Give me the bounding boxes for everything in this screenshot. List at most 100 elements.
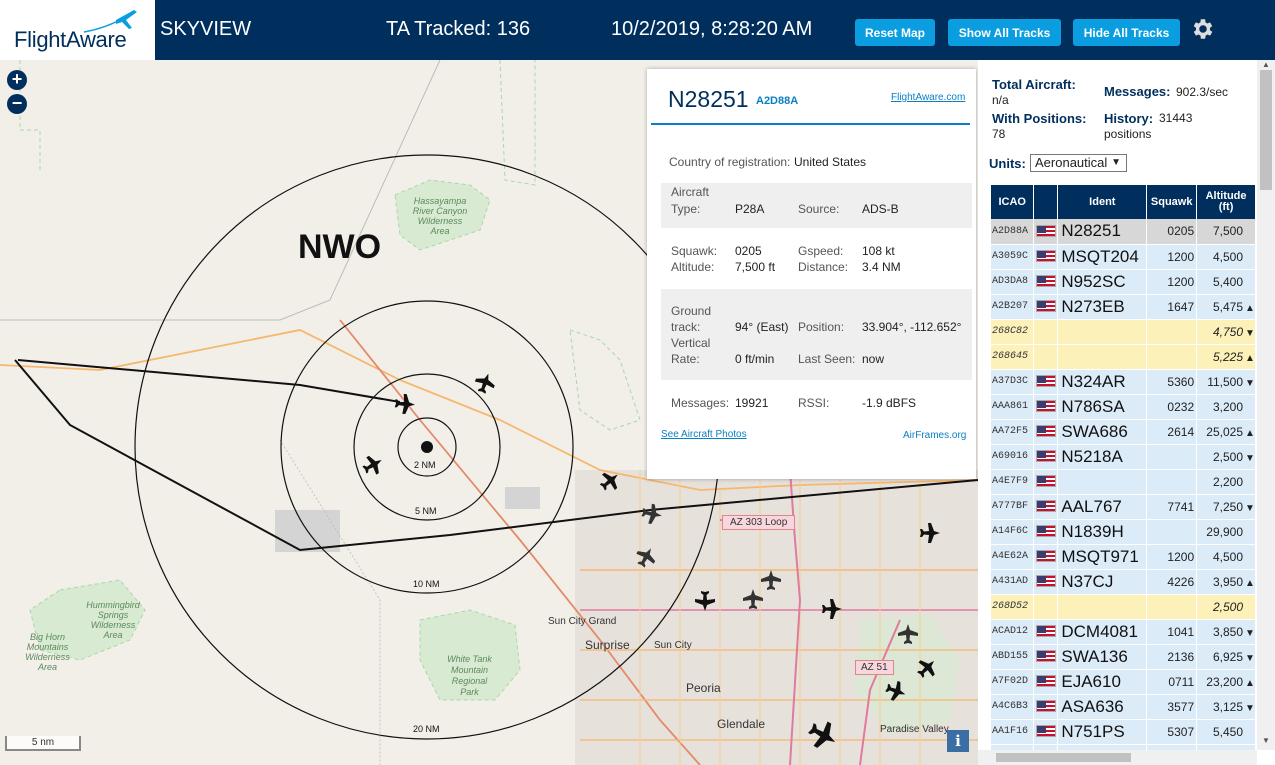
squawk-cell: 0711 bbox=[1146, 669, 1198, 695]
aircraft-icon[interactable] bbox=[883, 678, 909, 704]
icao-cell: A777BF bbox=[991, 494, 1035, 520]
icao-cell: AD3DA8 bbox=[991, 269, 1035, 295]
aircraft-icon[interactable] bbox=[822, 599, 842, 619]
table-row[interactable]: ACAD12 DCM4081 1041 3,850 ▼ bbox=[991, 619, 1256, 645]
table-row[interactable]: A14F6C N1839H 29,900 bbox=[991, 519, 1256, 545]
flag-cell bbox=[1033, 569, 1059, 595]
column-header-squawk[interactable]: Squawk bbox=[1146, 185, 1198, 219]
table-row[interactable]: AA72F5 SWA686 2614 25,025 ▲ bbox=[991, 419, 1256, 445]
vertical-rate-label-2: Rate: bbox=[671, 352, 700, 366]
aircraft-icon[interactable] bbox=[912, 653, 942, 683]
aircraft-icon[interactable] bbox=[803, 715, 843, 755]
flightaware-logo[interactable]: FlightAware bbox=[0, 0, 155, 60]
altitude-cell: 23,200 ▲ bbox=[1196, 669, 1256, 695]
aircraft-icon[interactable] bbox=[761, 570, 781, 590]
us-flag-icon bbox=[1036, 700, 1057, 713]
messages-rate-value: 902.3/sec bbox=[1176, 85, 1229, 99]
icao-cell: A37D3C bbox=[991, 369, 1035, 395]
table-row[interactable]: A37D3C N324AR 5360 11,500 ▼ bbox=[991, 369, 1256, 395]
table-row[interactable]: A4C6B3 ASA636 3577 3,125 ▼ bbox=[991, 694, 1256, 720]
airframes-link[interactable]: AirFrames.org bbox=[903, 430, 966, 441]
table-row[interactable]: A2D88A N28251 0205 7,500 bbox=[991, 219, 1256, 245]
table-row[interactable]: A69016 N5218A 2,500 ▼ bbox=[991, 444, 1256, 470]
distance-value: 3.4 NM bbox=[862, 260, 901, 274]
ident-cell: ASA636 bbox=[1057, 694, 1148, 720]
us-flag-icon bbox=[1036, 625, 1057, 638]
source-value: ADS-B bbox=[862, 202, 899, 216]
squawk-cell bbox=[1146, 319, 1198, 345]
table-row[interactable]: 268645 5,225 ▲ bbox=[991, 344, 1256, 370]
hide-all-tracks-button[interactable]: Hide All Tracks bbox=[1073, 19, 1180, 46]
column-header-icao[interactable]: ICAO bbox=[991, 185, 1035, 219]
table-row[interactable]: A2B207 N273EB 1647 5,475 ▲ bbox=[991, 294, 1256, 320]
altitude-value: 5,225 bbox=[1212, 349, 1243, 364]
ident-cell: SWA686 bbox=[1057, 419, 1148, 445]
aircraft-icon[interactable] bbox=[595, 466, 625, 496]
aircraft-icon[interactable] bbox=[359, 451, 387, 479]
aircraft-icon[interactable] bbox=[640, 502, 664, 526]
table-row[interactable]: AA1F16 N751PS 5307 5,450 bbox=[991, 719, 1256, 745]
flag-cell bbox=[1033, 269, 1059, 295]
total-aircraft-value: n/a bbox=[992, 93, 1009, 107]
aircraft-icon[interactable] bbox=[743, 589, 763, 609]
ground-track-value: 94° (East) bbox=[735, 320, 789, 334]
altitude-cell: 3,850 ▼ bbox=[1196, 619, 1256, 645]
table-row[interactable]: 268C82 4,750 ▼ bbox=[991, 319, 1256, 345]
icao-cell: A4C6B3 bbox=[991, 694, 1035, 720]
altitude-cell: 29,900 bbox=[1196, 519, 1256, 545]
aircraft-photos-link[interactable]: See Aircraft Photos bbox=[661, 429, 747, 440]
sidebar-horizontal-scrollbar-thumb[interactable] bbox=[996, 753, 1131, 762]
aircraft-icon[interactable] bbox=[920, 523, 940, 543]
squawk-cell: 2614 bbox=[1146, 419, 1198, 445]
icao-cell: A4E62A bbox=[991, 544, 1035, 570]
chevron-down-icon: ▼ bbox=[1111, 157, 1121, 168]
altitude-cell: 3,200 bbox=[1196, 394, 1256, 420]
aircraft-icon[interactable] bbox=[898, 624, 918, 644]
aircraft-table-body: A2D88A N28251 0205 7,500 A3059C MSQT204 1200 4,… bbox=[991, 219, 1256, 765]
table-row[interactable]: A777BF AAL767 7741 7,250 ▼ bbox=[991, 494, 1256, 520]
reset-map-button[interactable]: Reset Map bbox=[855, 19, 935, 46]
table-row[interactable]: AD3DA8 N952SC 1200 5,400 bbox=[991, 269, 1256, 295]
aircraft-icon-selected[interactable] bbox=[394, 393, 416, 415]
flightaware-link[interactable]: FlightAware.com bbox=[891, 92, 965, 103]
altitude-value: 5,400 bbox=[1212, 274, 1243, 289]
ident-cell: MSQT971 bbox=[1057, 544, 1148, 570]
info-button[interactable]: i bbox=[947, 730, 969, 752]
aircraft-icon[interactable] bbox=[472, 370, 498, 396]
sidebar-scrollbar-thumb[interactable] bbox=[1260, 70, 1272, 190]
altitude-value: 2,500 bbox=[1212, 449, 1243, 464]
altitude-value: 3,200 bbox=[1212, 399, 1243, 414]
us-flag-icon bbox=[1036, 650, 1057, 663]
ident-cell bbox=[1057, 469, 1148, 495]
table-row[interactable]: A4E62A MSQT971 1200 4,500 bbox=[991, 544, 1256, 570]
altitude-cell: 2,500 ▼ bbox=[1196, 444, 1256, 470]
ident-cell: MSQT204 bbox=[1057, 244, 1148, 270]
scroll-down-arrow-icon[interactable]: ▼ bbox=[1257, 736, 1275, 748]
table-row[interactable]: 268D52 2,500 bbox=[991, 594, 1256, 620]
table-row[interactable]: AAA861 N786SA 0232 3,200 bbox=[991, 394, 1256, 420]
show-all-tracks-button[interactable]: Show All Tracks bbox=[948, 19, 1061, 46]
aircraft-icon[interactable] bbox=[695, 591, 715, 611]
table-row[interactable]: A3059C MSQT204 1200 4,500 bbox=[991, 244, 1256, 270]
column-header-ident[interactable]: Ident bbox=[1057, 185, 1148, 219]
table-row[interactable]: A4E7F9 2,200 bbox=[991, 469, 1256, 495]
column-header-altitude[interactable]: Altitude (ft) bbox=[1196, 185, 1256, 219]
table-row[interactable]: ABD155 SWA136 2136 6,925 ▼ bbox=[991, 644, 1256, 670]
ident-cell: N952SC bbox=[1057, 269, 1148, 295]
column-header-flag[interactable] bbox=[1033, 185, 1059, 219]
altitude-cell: 2,500 bbox=[1196, 594, 1256, 620]
altitude-cell: 7,250 ▼ bbox=[1196, 494, 1256, 520]
ident-cell: N37CJ bbox=[1057, 569, 1148, 595]
altitude-value: 23,200 bbox=[1206, 674, 1243, 689]
ident-cell: N273EB bbox=[1057, 294, 1148, 320]
units-select[interactable]: Aeronautical ▼ bbox=[1030, 154, 1127, 172]
aircraft-popup: N28251 A2D88A FlightAware.com Country of… bbox=[647, 69, 976, 479]
altitude-trend-icon: ▲ bbox=[1245, 427, 1255, 439]
table-row[interactable]: A431AD N37CJ 4226 3,950 ▲ bbox=[991, 569, 1256, 595]
table-row[interactable]: A7F02D EJA610 0711 23,200 ▲ bbox=[991, 669, 1256, 695]
gear-icon[interactable] bbox=[1190, 16, 1216, 42]
altitude-value: 3,950 bbox=[1212, 574, 1243, 589]
squawk-cell bbox=[1146, 444, 1198, 470]
aircraft-icon[interactable] bbox=[632, 543, 660, 571]
squawk-cell: 1647 bbox=[1146, 294, 1198, 320]
